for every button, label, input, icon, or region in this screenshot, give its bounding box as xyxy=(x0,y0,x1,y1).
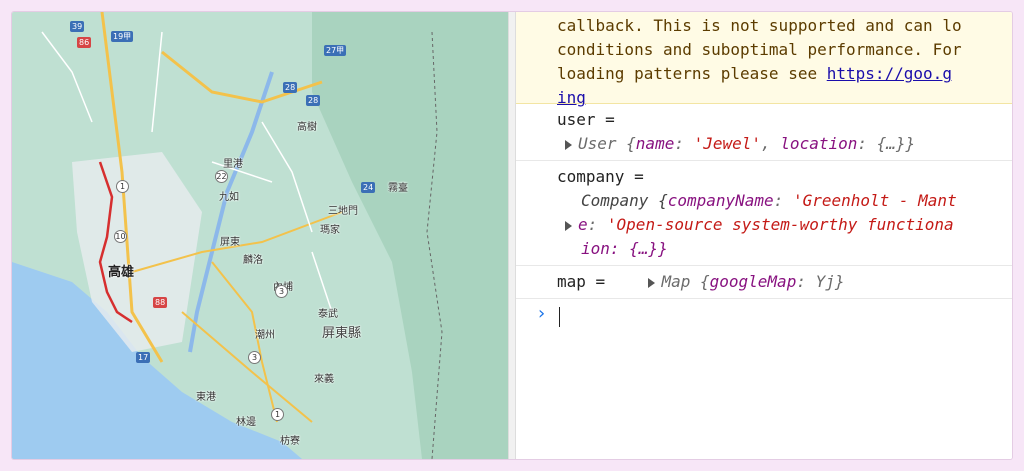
map-label-donggang: 東港 xyxy=(196,392,216,403)
prompt-chevron-icon: › xyxy=(536,303,547,324)
map-label-taiwu: 泰武 xyxy=(318,309,338,320)
highway-shield: 10 xyxy=(114,230,127,243)
object-summary-user[interactable]: User {name: 'Jewel', location: {…}} xyxy=(557,132,1012,156)
object-value: 'Greenholt - Mant xyxy=(792,191,957,210)
warning-line-3-text: loading patterns please see xyxy=(557,64,827,83)
object-colon: : xyxy=(674,134,694,153)
map-view[interactable]: 高雄 屏東縣 屏東 里港 九如 麟洛 內埔 潮州 泰武 三地門 瑪家 高樹 霧臺… xyxy=(12,12,508,459)
warning-doc-link-continued[interactable]: ing xyxy=(557,88,586,107)
highway-shield: 24 xyxy=(361,182,376,193)
object-key: e xyxy=(578,215,588,234)
warning-line-2: conditions and suboptimal performance. F… xyxy=(557,40,962,59)
console-entry-company: company = Company {companyName: 'Greenho… xyxy=(516,161,1012,266)
object-colon: : xyxy=(587,215,607,234)
highway-shield: 28 xyxy=(283,82,298,93)
highway-shield: 27甲 xyxy=(324,45,347,56)
object-colon: : xyxy=(773,191,793,210)
map-label-gaoshu: 高樹 xyxy=(297,122,317,133)
console-entry-name: company = xyxy=(557,167,644,186)
object-value: Yj} xyxy=(815,272,845,291)
console-entry-user: user = User {name: 'Jewel', location: {…… xyxy=(516,104,1012,161)
console-entry-name: user = xyxy=(557,110,615,129)
highway-shield: 3 xyxy=(248,351,261,364)
object-key: companyName xyxy=(667,191,774,210)
warning-line-3: loading patterns please see https://goo.… xyxy=(557,62,1012,86)
object-key: location xyxy=(780,134,858,153)
console-warning-message: callback. This is not supported and can … xyxy=(516,12,1012,107)
object-value: 'Jewel' xyxy=(693,134,762,153)
object-class-name: User xyxy=(578,134,617,153)
object-colon: : xyxy=(796,272,816,291)
expand-triangle-icon[interactable] xyxy=(648,277,656,288)
expand-triangle-icon[interactable] xyxy=(565,220,572,231)
highway-shield: 17 xyxy=(136,352,151,363)
object-brace: { xyxy=(616,134,636,153)
map-label-linluo: 麟洛 xyxy=(243,255,263,266)
highway-shield: 22 xyxy=(215,170,228,183)
window-frame: 高雄 屏東縣 屏東 里港 九如 麟洛 內埔 潮州 泰武 三地門 瑪家 高樹 霧臺… xyxy=(12,12,1012,459)
object-value: {…}} xyxy=(876,134,916,153)
object-key: googleMap xyxy=(709,272,797,291)
object-summary-company-line-2[interactable]: e: 'Open-source system-worthy functiona xyxy=(557,213,1012,237)
highway-shield: 3 xyxy=(275,285,288,298)
panel-resize-handle[interactable] xyxy=(508,12,516,459)
map-label-kaohsiung: 高雄 xyxy=(108,265,135,280)
highway-shield: 28 xyxy=(306,95,321,106)
object-summary-company-line-1[interactable]: Company {companyName: 'Greenholt - Mant xyxy=(557,189,1012,213)
object-comma: , xyxy=(761,134,781,153)
map-label-chaozhou: 潮州 xyxy=(255,330,275,341)
map-label-pingtung: 屏東 xyxy=(220,237,240,248)
map-label-linbian: 林邊 xyxy=(236,417,256,428)
console-prompt[interactable]: › xyxy=(516,299,1012,331)
object-key: name xyxy=(635,134,675,153)
highway-shield: 86 xyxy=(77,37,92,48)
console-entry-name: map = xyxy=(557,272,606,291)
map-label-jiuru: 九如 xyxy=(219,192,239,203)
expand-triangle-icon[interactable] xyxy=(565,139,572,150)
object-class-name: Map xyxy=(661,272,691,291)
highway-shield: 19甲 xyxy=(111,31,134,42)
console-entry-map: map = Map {googleMap: Yj} xyxy=(516,266,1012,299)
devtools-console: callback. This is not supported and can … xyxy=(516,12,1012,459)
highway-shield: 88 xyxy=(153,297,168,308)
highway-shield: 1 xyxy=(271,408,284,421)
highway-shield: 39 xyxy=(70,21,85,32)
map-label-sandimen: 三地門 xyxy=(328,206,358,217)
warning-doc-link[interactable]: https://goo.g xyxy=(827,64,952,83)
map-label-wutai: 霧臺 xyxy=(388,183,408,194)
object-colon: : xyxy=(857,134,877,153)
object-summary-map[interactable]: Map {googleMap: Yj} xyxy=(648,272,845,291)
text-caret xyxy=(559,307,560,327)
map-label-pingtung-county: 屏東縣 xyxy=(322,326,362,341)
map-label-laiyi: 來義 xyxy=(314,374,334,385)
map-label-ligang: 里港 xyxy=(223,159,243,170)
map-label-fangliao: 枋寮 xyxy=(280,436,300,447)
map-label-majia: 瑪家 xyxy=(320,225,340,236)
warning-line-1: callback. This is not supported and can … xyxy=(557,16,962,35)
map-canvas xyxy=(12,12,508,459)
object-key: ion: {…}} xyxy=(581,239,668,258)
object-class-name: Company { xyxy=(581,191,668,210)
warning-line-4: ing xyxy=(557,86,1012,110)
object-summary-company-line-3: ion: {…}} xyxy=(557,237,1012,261)
object-value: 'Open-source system-worthy functiona xyxy=(606,215,954,234)
object-brace: { xyxy=(690,272,710,291)
highway-shield: 1 xyxy=(116,180,129,193)
